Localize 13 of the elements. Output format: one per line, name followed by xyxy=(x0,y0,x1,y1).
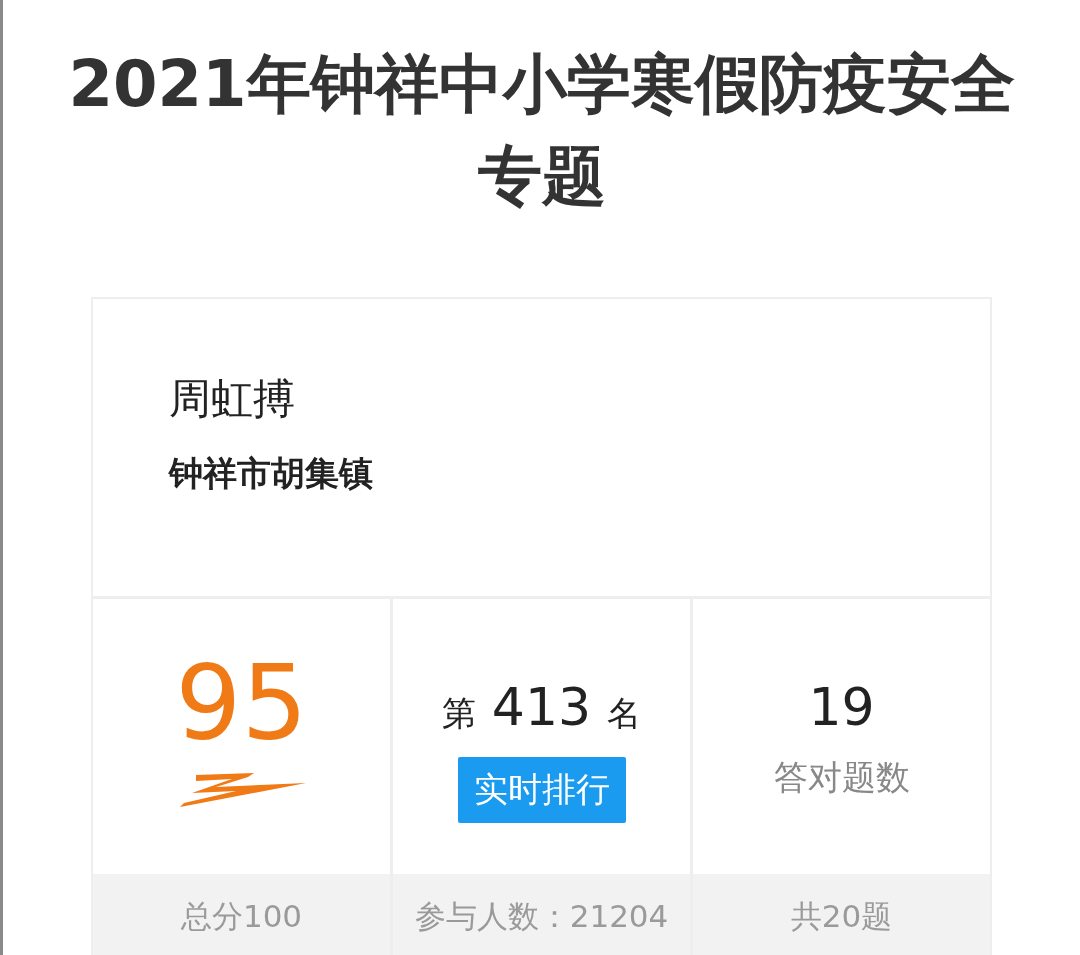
page-title: 2021年钟祥中小学寒假防疫安全专题 xyxy=(67,46,1016,215)
stat-footer: 共20题 xyxy=(693,874,990,955)
rank-suffix: 名 xyxy=(607,692,642,735)
rank-prefix: 第 xyxy=(441,692,476,735)
student-region: 钟祥市胡集镇 xyxy=(169,452,374,495)
score-value: 95 xyxy=(175,651,308,755)
student-name: 周虹搏 xyxy=(169,373,296,425)
correct-count: 19 xyxy=(808,677,875,737)
stat-footer: 总分100 xyxy=(93,874,390,955)
count-caption: 答对题数 xyxy=(773,756,910,799)
stat-footer: 参与人数：21204 xyxy=(393,874,690,955)
rank-value: 413 xyxy=(491,677,592,737)
ranking-button[interactable]: 实时排行 xyxy=(457,757,626,823)
